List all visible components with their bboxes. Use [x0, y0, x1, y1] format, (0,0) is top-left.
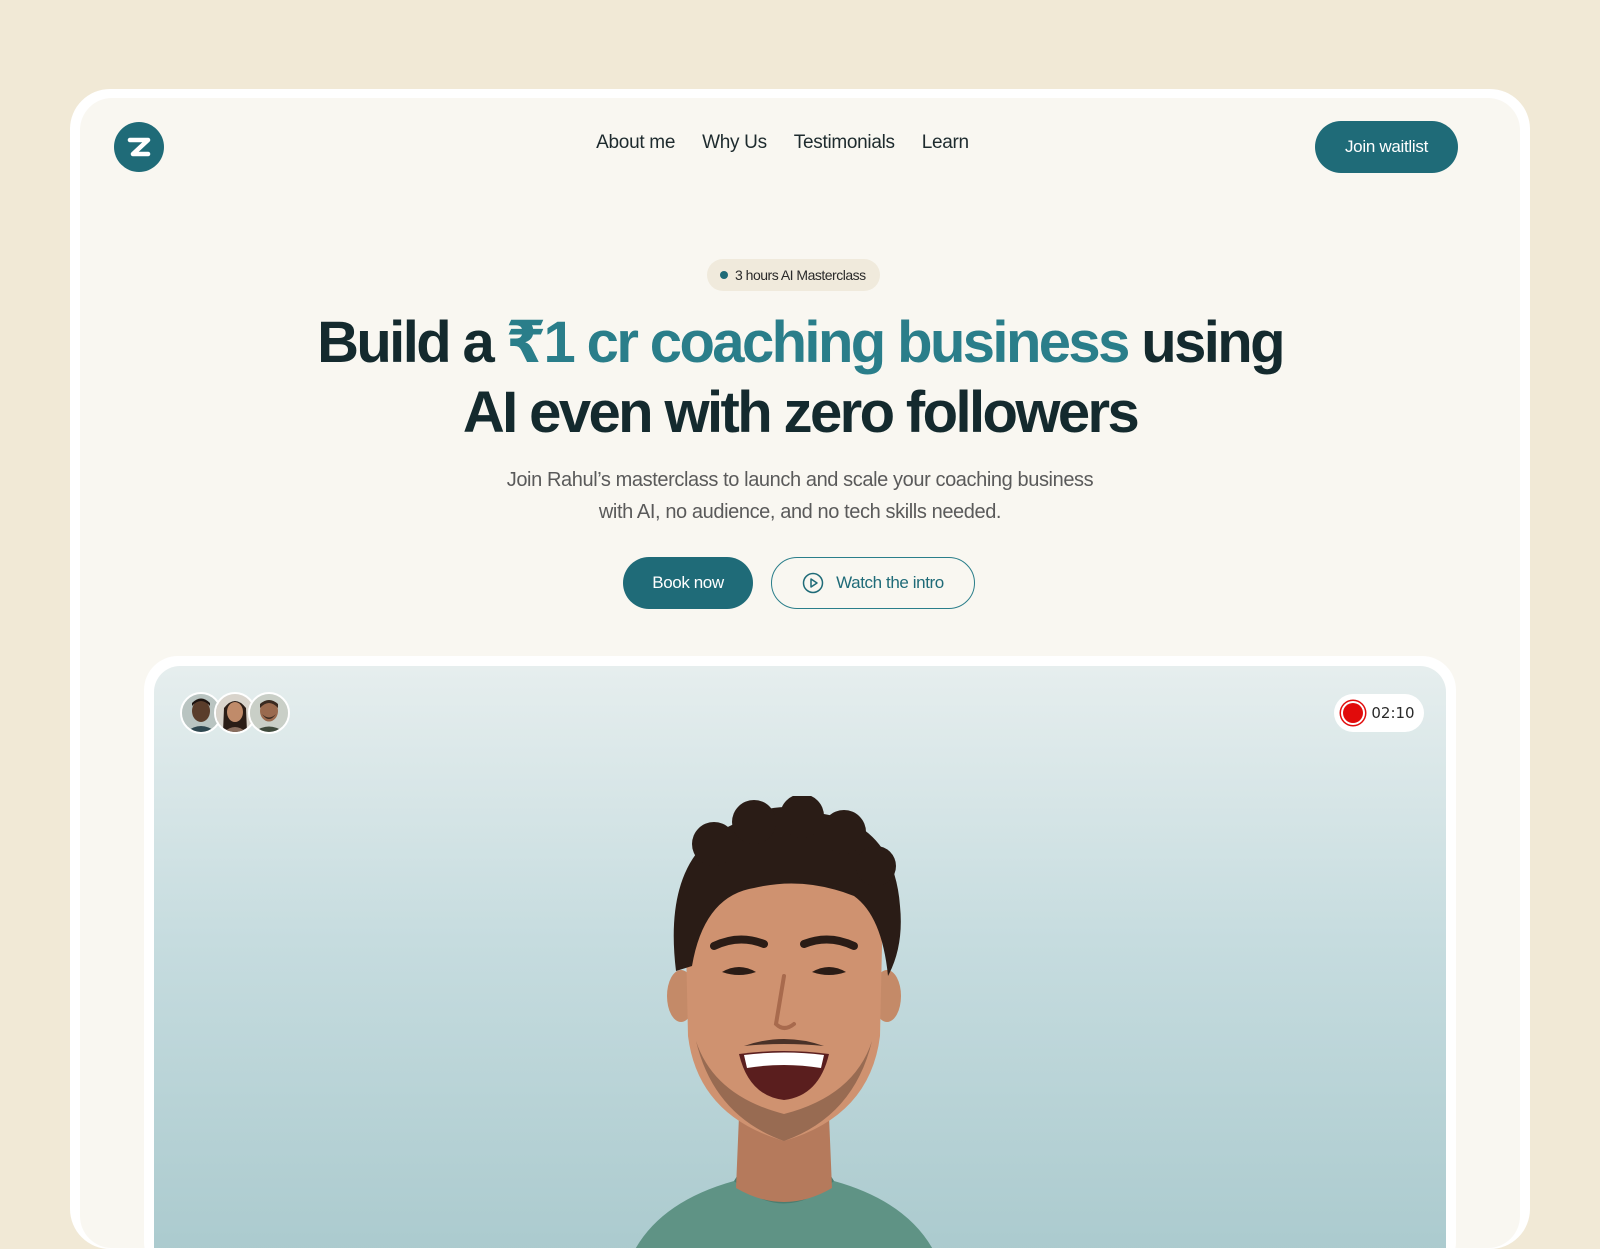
watch-intro-button[interactable]: Watch the intro: [771, 557, 975, 609]
subtitle-line-1: Join Rahul’s masterclass to launch and s…: [506, 469, 1094, 491]
hero-subtitle: Join Rahul’s masterclass to launch and s…: [80, 464, 1520, 528]
nav-learn[interactable]: Learn: [922, 126, 969, 160]
intro-video[interactable]: 02:10: [154, 666, 1446, 1248]
badge-label: 3 hours AI Masterclass: [735, 267, 866, 283]
hero-headline: Build a ₹1 cr coaching business using AI…: [80, 308, 1520, 448]
book-now-button[interactable]: Book now: [623, 557, 753, 609]
main-nav: About me Why Us Testimonials Learn: [80, 126, 1520, 160]
nav-why-us[interactable]: Why Us: [702, 126, 767, 160]
timer-value: 02:10: [1371, 704, 1415, 722]
nav-about-me[interactable]: About me: [596, 126, 675, 160]
record-icon: [1343, 703, 1364, 723]
headline-line-2: AI even with zero followers: [462, 380, 1140, 445]
badge-dot-icon: [720, 271, 728, 279]
headline-prefix: Build a: [317, 310, 506, 375]
join-waitlist-button[interactable]: Join waitlist: [1315, 121, 1458, 173]
nav-testimonials[interactable]: Testimonials: [794, 126, 895, 160]
play-icon: [802, 572, 824, 594]
landing-page: About me Why Us Testimonials Learn Join …: [80, 98, 1520, 1248]
recording-timer: 02:10: [1334, 694, 1424, 732]
headline-suffix: using: [1127, 310, 1285, 375]
masterclass-badge: 3 hours AI Masterclass: [707, 259, 880, 291]
watch-intro-label: Watch the intro: [836, 573, 944, 592]
subtitle-line-2: with AI, no audience, and no tech skills…: [598, 501, 1002, 523]
avatar: [248, 692, 290, 734]
headline-highlight: ₹1 cr coaching business: [505, 310, 1131, 375]
presenter-photo: [635, 796, 933, 1248]
participant-avatars: [180, 692, 290, 734]
